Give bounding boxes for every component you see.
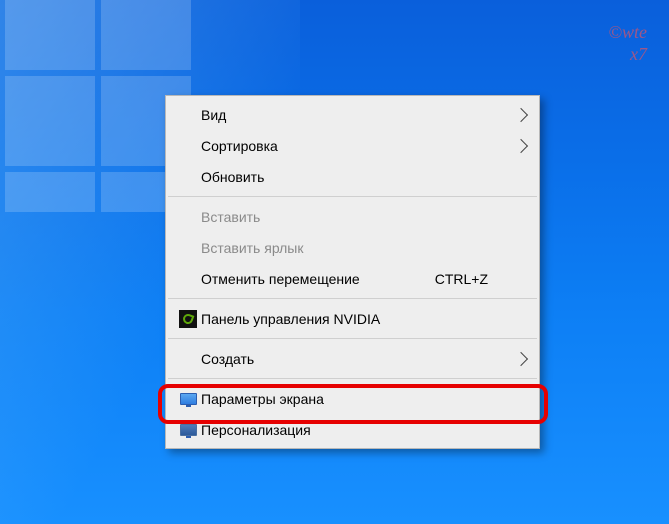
menu-shortcut: CTRL+Z [435,271,506,287]
menu-label: Сортировка [201,138,506,154]
windows-logo-tiles [5,0,191,212]
menu-item-undo-move[interactable]: Отменить перемещение CTRL+Z [167,263,538,294]
menu-item-paste-shortcut: Вставить ярлык [167,232,538,263]
chevron-right-icon [514,351,528,365]
nvidia-icon [179,310,197,328]
menu-label: Отменить перемещение [201,271,435,287]
menu-item-nvidia-panel[interactable]: Панель управления NVIDIA [167,303,538,334]
menu-label: Обновить [201,169,506,185]
menu-separator [168,298,537,299]
chevron-right-icon [514,107,528,121]
menu-item-sort[interactable]: Сортировка [167,130,538,161]
personalize-icon [180,424,197,436]
menu-label: Параметры экрана [201,391,506,407]
menu-item-view[interactable]: Вид [167,99,538,130]
menu-label: Вид [201,107,506,123]
watermark-text: ©wtex7 [608,22,647,65]
menu-separator [168,378,537,379]
menu-item-display-settings[interactable]: Параметры экрана [167,383,538,414]
menu-label: Панель управления NVIDIA [201,311,506,327]
desktop-context-menu: Вид Сортировка Обновить Вставить Вставит… [165,95,540,449]
menu-item-personalize[interactable]: Персонализация [167,414,538,445]
menu-label: Вставить ярлык [201,240,506,256]
menu-label: Создать [201,351,506,367]
chevron-right-icon [514,138,528,152]
monitor-icon [180,393,197,405]
menu-label: Вставить [201,209,506,225]
menu-item-create[interactable]: Создать [167,343,538,374]
menu-item-refresh[interactable]: Обновить [167,161,538,192]
menu-separator [168,338,537,339]
menu-label: Персонализация [201,422,506,438]
menu-item-paste: Вставить [167,201,538,232]
menu-separator [168,196,537,197]
